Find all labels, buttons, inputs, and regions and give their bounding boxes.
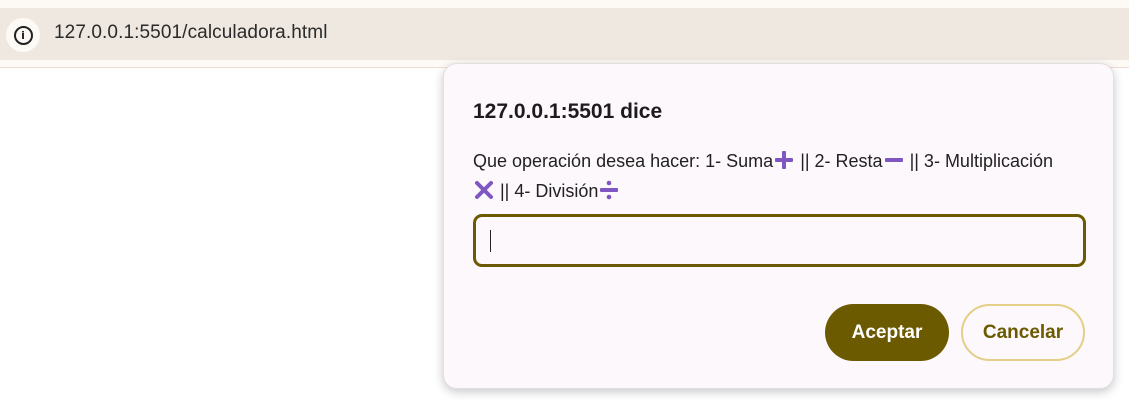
url-host: 127.0.0.1: [54, 22, 135, 43]
accept-button[interactable]: Aceptar: [825, 304, 949, 361]
message-part-4: || 4- División: [495, 181, 599, 201]
cancel-button[interactable]: Cancelar: [961, 304, 1085, 361]
info-icon: i: [13, 25, 33, 45]
message-part-2: || 2- Resta: [795, 151, 883, 171]
dialog-title: 127.0.0.1:5501 dice: [473, 100, 663, 123]
dialog-message: Que operación desea hacer: 1- Suma || 2-…: [473, 146, 1073, 206]
text-caret: [490, 230, 491, 252]
plus-icon: [775, 151, 794, 170]
message-part-1: Que operación desea hacer: 1- Suma: [473, 151, 774, 171]
url-path: :5501/calculadora.html: [134, 22, 328, 43]
prompt-input[interactable]: [473, 214, 1086, 267]
multiply-icon: [475, 181, 493, 200]
address-bar[interactable]: i 127.0.0.1:5501/calculadora.html: [0, 8, 1129, 60]
prompt-dialog: 127.0.0.1:5501 dice Que operación desea …: [443, 63, 1114, 389]
minus-icon: [884, 158, 903, 163]
address-url[interactable]: 127.0.0.1:5501/calculadora.html: [54, 22, 328, 44]
browser-toolbar: i 127.0.0.1:5501/calculadora.html: [0, 0, 1129, 68]
divide-icon: [600, 180, 619, 200]
site-info-button[interactable]: i: [6, 18, 40, 52]
message-part-3: || 3- Multiplicación: [904, 151, 1053, 171]
